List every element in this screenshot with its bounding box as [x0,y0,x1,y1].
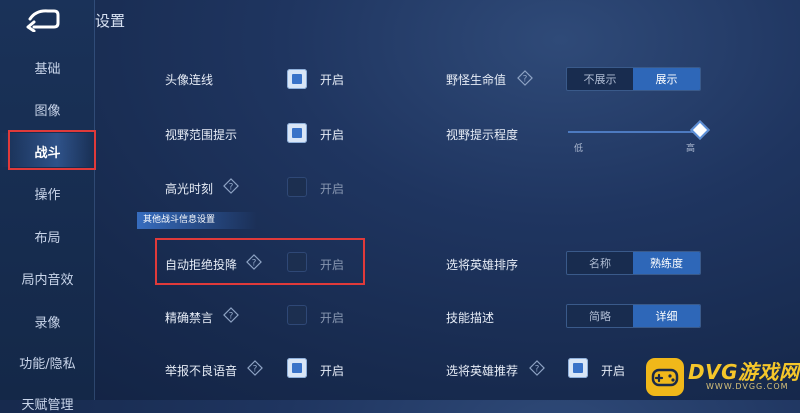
sidebar-item-talent[interactable]: 天赋管理 [0,394,95,413]
help-icon[interactable]: ? [223,178,239,194]
report-voice-state: 开启 [320,364,345,378]
auto-reject-label: 自动拒绝投降 [165,258,238,272]
svg-text:?: ? [252,259,257,269]
report-voice-label: 举报不良语音 [165,364,238,378]
monster-hp-option-show[interactable]: 展示 [633,68,700,90]
watermark-title: DVG游戏网 [688,360,800,384]
svg-text:?: ? [253,365,258,375]
sidebar-item-basic[interactable]: 基础 [0,58,95,77]
vision-hint-checkbox[interactable] [287,123,307,143]
hero-sort-label: 选将英雄排序 [446,258,519,272]
slider-low-label: 低 [574,144,584,154]
hero-recommend-state: 开启 [601,364,626,378]
monster-hp-option-hide[interactable]: 不展示 [567,68,633,90]
hero-recommend-label: 选将英雄推荐 [446,364,519,378]
site-watermark: DVG游戏网 WWW.DVGG.COM [642,352,800,400]
active-tab-highlight-box [8,130,96,170]
gamepad-logo-icon [646,358,684,396]
avatar-connect-checkbox[interactable] [287,69,307,89]
skill-desc-option-brief[interactable]: 简略 [567,305,633,327]
help-icon[interactable]: ? [247,360,263,376]
hero-sort-option-name[interactable]: 名称 [567,252,633,274]
sidebar-item-layout[interactable]: 布局 [0,227,95,246]
auto-reject-state: 开启 [320,258,345,272]
precise-ban-label: 精确禁言 [165,311,214,325]
precise-ban-state: 开启 [320,311,345,325]
sidebar-item-controls[interactable]: 操作 [0,184,95,203]
auto-reject-checkbox[interactable] [287,252,307,272]
precise-ban-checkbox[interactable] [287,305,307,325]
slider-high-label: 高 [686,144,696,154]
sidebar-item-privacy[interactable]: 功能/隐私 [0,353,95,372]
watermark-url: WWW.DVGG.COM [706,382,789,391]
help-icon[interactable]: ? [529,360,545,376]
skill-desc-label: 技能描述 [446,311,495,325]
avatar-connect-label: 头像连线 [165,73,214,87]
svg-text:?: ? [523,75,528,85]
svg-text:?: ? [229,183,234,193]
sidebar-item-ingame-sound[interactable]: 局内音效 [0,269,95,288]
hero-sort-option-proficiency[interactable]: 熟练度 [633,252,700,274]
vision-level-slider-thumb[interactable] [690,120,710,140]
help-icon[interactable]: ? [246,254,262,270]
help-icon[interactable]: ? [223,307,239,323]
highlight-label: 高光时刻 [165,182,214,196]
monster-hp-toggle: 不展示 展示 [566,67,701,91]
skill-desc-option-detailed[interactable]: 详细 [633,305,700,327]
hero-sort-toggle: 名称 熟练度 [566,251,701,275]
skill-desc-toggle: 简略 详细 [566,304,701,328]
monster-hp-label: 野怪生命值 [446,73,507,87]
vision-hint-state: 开启 [320,128,345,142]
report-voice-checkbox[interactable] [287,358,307,378]
avatar-connect-state: 开启 [320,73,345,87]
help-icon[interactable]: ? [517,70,533,86]
svg-text:?: ? [229,312,234,322]
sidebar-item-replay[interactable]: 录像 [0,312,95,331]
highlight-checkbox[interactable] [287,177,307,197]
highlight-state: 开启 [320,182,345,196]
page-title: 设置 [95,12,126,30]
hero-recommend-checkbox[interactable] [568,358,588,378]
vision-hint-label: 视野范围提示 [165,128,238,142]
vision-level-slider-track[interactable] [568,131,703,133]
section-header: 其他战斗信息设置 [137,212,257,229]
back-arrow-icon[interactable] [22,6,62,32]
sidebar: 基础 图像 战斗 操作 布局 局内音效 录像 功能/隐私 天赋管理 [0,0,95,413]
sidebar-item-graphics[interactable]: 图像 [0,100,95,119]
vision-level-label: 视野提示程度 [446,128,519,142]
svg-text:?: ? [535,365,540,375]
